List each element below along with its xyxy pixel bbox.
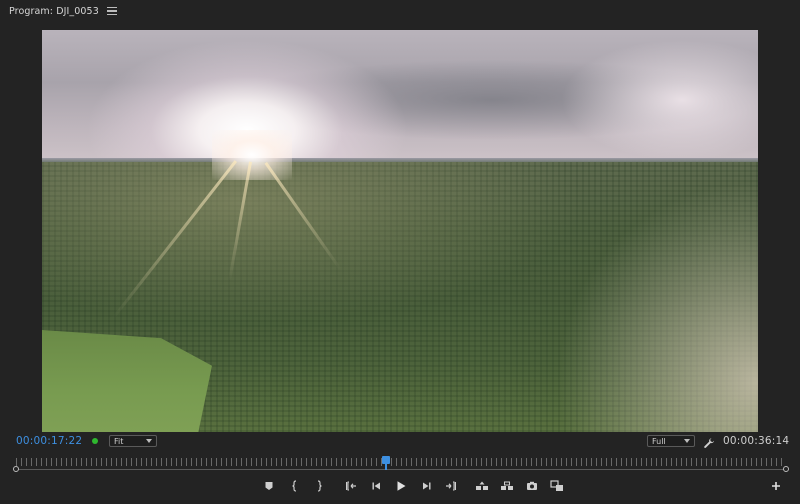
go-to-in-icon[interactable] (343, 478, 359, 494)
playback-resolution-value: Full (652, 436, 666, 446)
chevron-down-icon (684, 439, 690, 443)
transport-controls (0, 478, 800, 498)
panel-menu-icon[interactable] (106, 7, 117, 15)
wrench-settings-icon[interactable] (703, 434, 715, 448)
play-icon[interactable] (393, 478, 409, 494)
mark-out-icon[interactable] (311, 478, 327, 494)
playhead[interactable] (381, 456, 390, 470)
duration-timecode: 00:00:36:14 (723, 435, 790, 447)
zoom-level-select[interactable]: Fit (109, 435, 157, 447)
program-monitor-panel: Program: DJI_0053 00:00:17:22 Fit Full 0… (0, 0, 800, 504)
go-to-out-icon[interactable] (443, 478, 459, 494)
add-button-icon[interactable] (768, 478, 784, 494)
step-back-icon[interactable] (368, 478, 384, 494)
add-marker-icon[interactable] (261, 478, 277, 494)
lift-icon[interactable] (474, 478, 490, 494)
timeline-ruler[interactable] (13, 456, 789, 472)
status-indicator (92, 438, 98, 444)
panel-header: Program: DJI_0053 (0, 0, 800, 22)
program-video-frame (42, 30, 758, 432)
chevron-down-icon (146, 439, 152, 443)
zoom-level-value: Fit (114, 436, 124, 446)
export-frame-icon[interactable] (524, 478, 540, 494)
step-forward-icon[interactable] (419, 478, 435, 494)
panel-title[interactable]: Program: DJI_0053 (9, 6, 99, 17)
current-timecode[interactable]: 00:00:17:22 (16, 435, 82, 447)
playback-resolution-select[interactable]: Full (647, 435, 695, 447)
ruler-ticks (16, 458, 786, 466)
video-sky (42, 30, 758, 162)
extract-icon[interactable] (499, 478, 515, 494)
mark-in-icon[interactable] (287, 478, 303, 494)
zoom-handle-left[interactable] (13, 466, 19, 472)
zoom-handle-right[interactable] (783, 466, 789, 472)
comparison-view-icon[interactable] (549, 478, 565, 494)
zoom-scroll-bar[interactable] (16, 469, 786, 470)
